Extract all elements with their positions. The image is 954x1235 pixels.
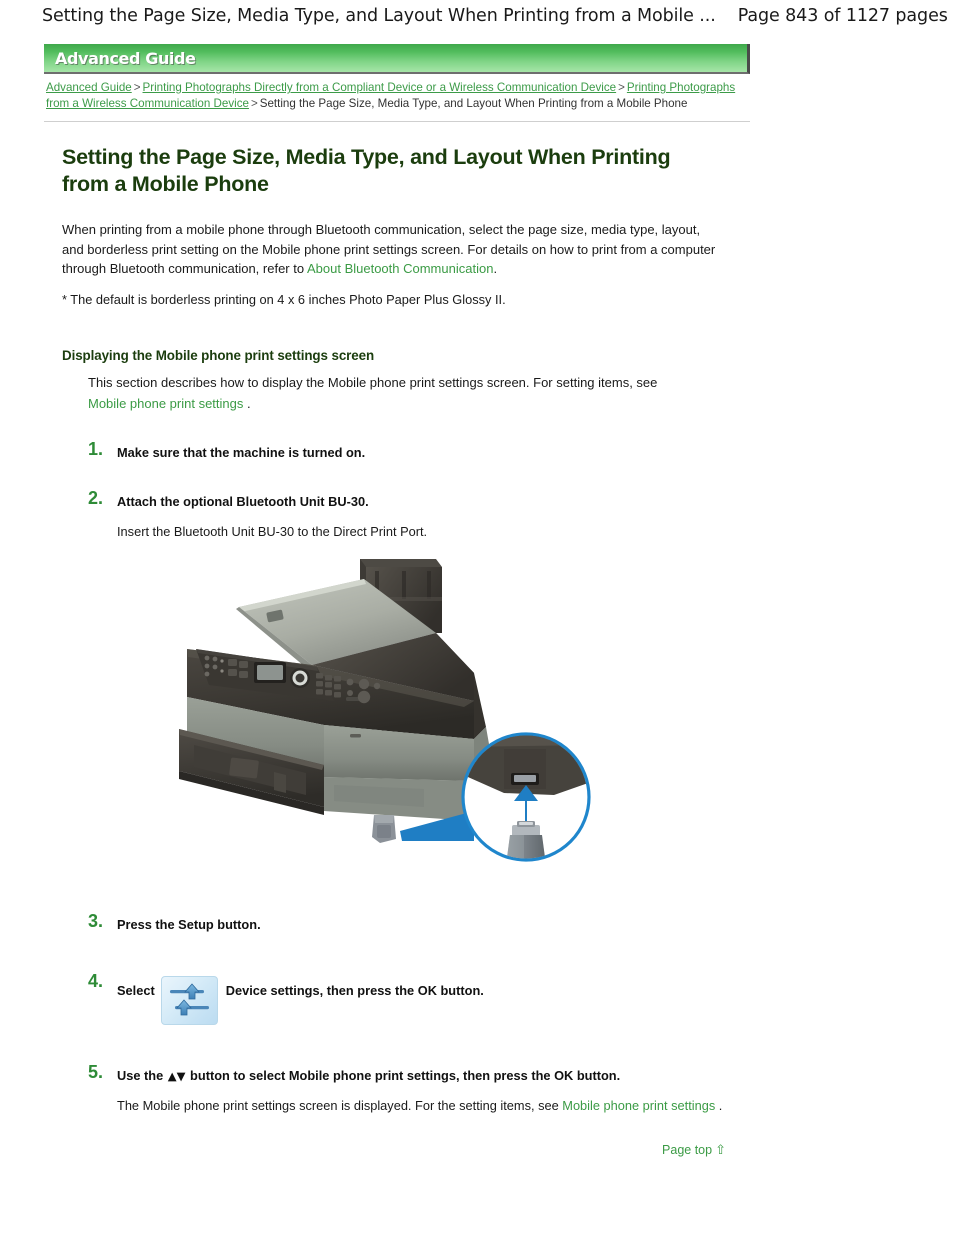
step-5-subtext: The Mobile phone print settings screen i… [117,1096,744,1115]
document-container: Advanced Guide Advanced Guide > Printing P… [44,44,750,1159]
step-2-subtext: Insert the Bluetooth Unit BU-30 to the D… [117,523,428,539]
breadcrumb-separator-3: > [250,97,258,110]
arrow-up-icon: ⇧ [715,1142,726,1158]
up-down-arrow-icon: ▲▼ [167,1068,186,1083]
breadcrumb-item-current: Setting the Page Size, Media Type, and L… [259,97,688,110]
step-3-headline: Press the Setup button. [117,916,261,932]
page-header: Setting the Page Size, Media Type, and L… [0,0,954,32]
step-5-text-after: button to select Mobile phone print sett… [186,1067,555,1083]
step-1: 1. Make sure that the machine is turned … [88,439,744,462]
step-4-text-after: Device settings, then press the OK butto… [225,982,484,998]
step-5: 5. Use the ▲▼ button to select Mobile ph… [88,1062,744,1115]
page-top-row: Page top ⇧ [62,1141,744,1159]
advanced-guide-banner-label: Advanced Guide [55,48,196,68]
step-5-text-before: Use the [117,1067,167,1083]
step-4-headline: Select Device settings, then press the OK… [117,975,744,1025]
page-top-link[interactable]: Page top ⇧ [662,1142,726,1158]
page-header-title: Setting the Page Size, Media Type, and L… [42,6,716,26]
section-desc-part1: This section describes how to display th… [88,374,658,390]
breadcrumb-item-advanced-guide[interactable]: Advanced Guide [46,81,132,94]
step-4: 4. Select Device settings, then press the… [88,971,744,1025]
section-desc-part2: . [243,395,251,411]
step-2: 2. Attach the optional Bluetooth Unit BU… [88,488,744,541]
section-heading-displaying-settings: Displaying the Mobile phone print settin… [62,347,375,363]
step-5-headline: Use the ▲▼ button to select Mobile phone… [117,1067,744,1085]
breadcrumb-divider [44,121,750,122]
breadcrumb-separator-2: > [618,81,625,94]
device-settings-icon[interactable] [160,975,218,1025]
callout-circle [461,731,591,862]
default-note: * The default is borderless printing on … [62,291,506,307]
page-header-pagecount: Page 843 of 1127 pages [737,6,948,26]
step-1-headline: Make sure that the machine is turned on. [117,444,366,460]
step-1-number: 1. [88,438,104,459]
breadcrumb-item-printing-photographs-directly[interactable]: Printing Photographs Directly from a Com… [143,81,617,94]
printer-bluetooth-illustration [174,549,594,874]
step-5-subtext-part2: . [715,1097,723,1113]
body-content: Setting the Page Size, Media Type, and L… [44,144,750,1159]
section-description: This section describes how to display th… [88,372,688,414]
breadcrumb-separator-1: > [133,81,141,94]
step-4-text-before: Select [117,982,155,998]
step-5-subtext-part1: The Mobile phone print settings screen i… [117,1097,563,1113]
page-title: Setting the Page Size, Media Type, and L… [62,145,671,196]
step-3-number: 3. [88,910,104,931]
mobile-phone-print-settings-link-1[interactable]: Mobile phone print settings [88,396,243,411]
step-3: 3. Press the Setup button. [88,911,744,934]
intro-text-part2: . [493,261,498,276]
step-5-text-tail: OK button. [554,1067,621,1083]
steps-list: 1. Make sure that the machine is turned … [88,439,744,1115]
step-5-number: 5. [88,1061,104,1082]
advanced-guide-banner: Advanced Guide [44,44,750,74]
step-4-number: 4. [88,970,104,991]
intro-paragraph: When printing from a mobile phone throug… [62,220,716,279]
direct-print-port [372,814,396,843]
about-bluetooth-communication-link[interactable]: About Bluetooth Communication [307,261,493,276]
mobile-phone-print-settings-link-2[interactable]: Mobile phone print settings [562,1098,715,1113]
page-top-label: Page top [662,1142,713,1157]
breadcrumb: Advanced Guide > Printing Photographs Dire… [44,80,750,112]
step-2-headline: Attach the optional Bluetooth Unit BU-30… [117,493,369,509]
step-2-number: 2. [88,487,104,508]
